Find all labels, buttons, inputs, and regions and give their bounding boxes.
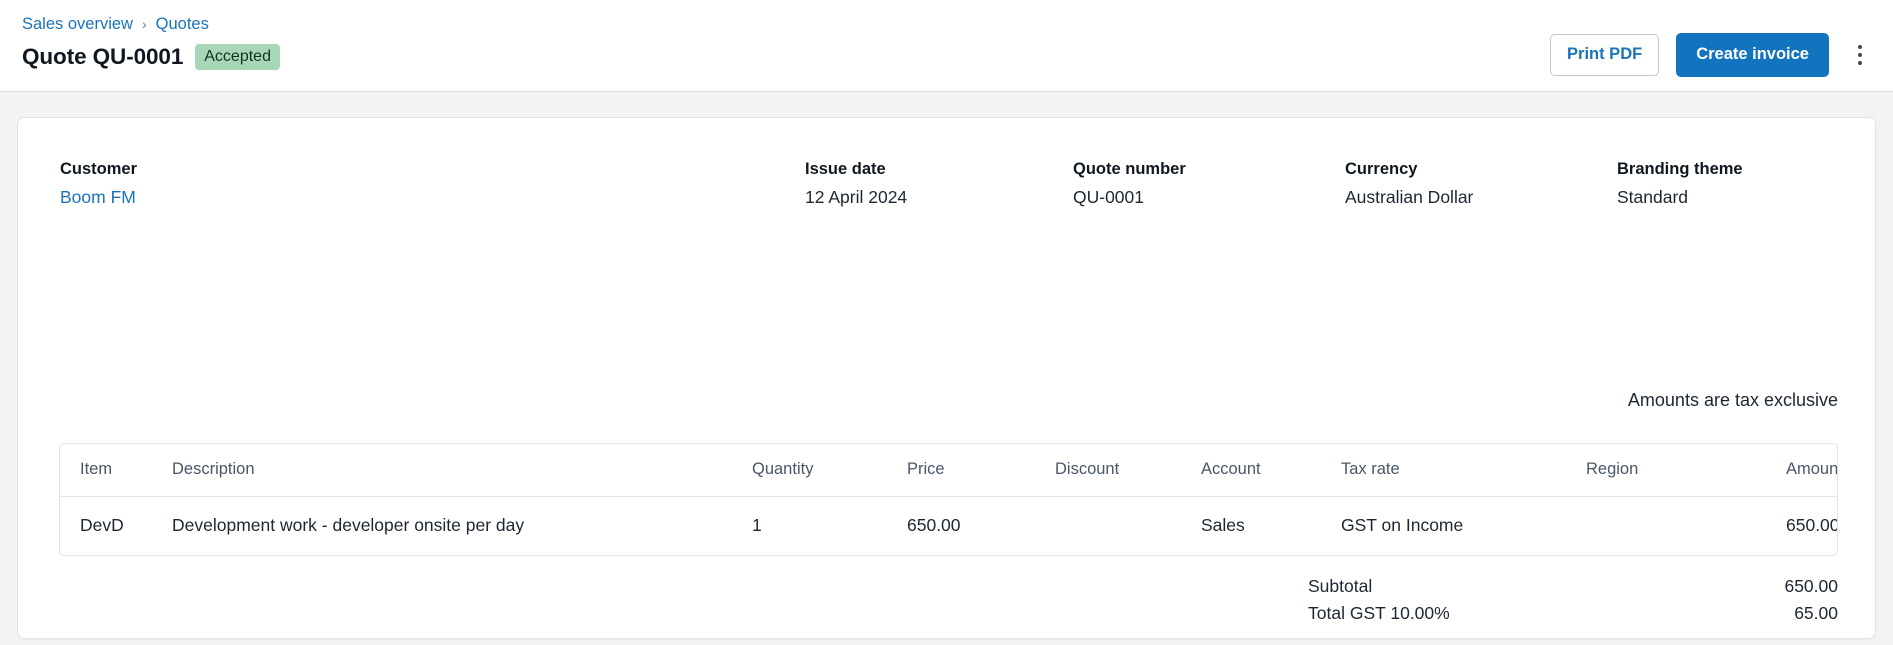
page-title: Quote QU-0001: [22, 44, 184, 69]
title-row: Quote QU-0001 Accepted: [22, 43, 280, 71]
kebab-dot-2: [1858, 52, 1862, 57]
field-currency-value: Australian Dollar: [1345, 187, 1474, 207]
field-branding-theme: Branding theme Standard: [1617, 159, 1817, 208]
cell-quantity: 1: [752, 496, 907, 555]
total-gst-value: 65.00: [1794, 603, 1838, 623]
line-items-table: Item Description Quantity Price Discount…: [60, 444, 1837, 555]
create-invoice-button[interactable]: Create invoice: [1676, 33, 1829, 77]
column-header-discount: Discount: [1055, 444, 1201, 497]
totals-panel: Subtotal 650.00 Total GST 10.00% 65.00 T…: [1308, 573, 1838, 638]
cell-region: [1586, 496, 1786, 555]
column-header-price: Price: [907, 444, 1055, 497]
column-header-quantity: Quantity: [752, 444, 907, 497]
table-row: DevD Development work - developer onsite…: [60, 496, 1837, 555]
kebab-dot-1: [1858, 44, 1862, 49]
breadcrumb: Sales overview › Quotes: [22, 14, 280, 34]
cell-tax-rate: GST on Income: [1341, 496, 1586, 555]
cell-amount: 650.00: [1786, 496, 1837, 555]
more-options-icon[interactable]: [1847, 38, 1873, 72]
field-currency-label: Currency: [1345, 160, 1418, 178]
field-issue-date-value: 12 April 2024: [805, 187, 908, 207]
kebab-dot-3: [1858, 60, 1862, 65]
page-header: Sales overview › Quotes Quote QU-0001 Ac…: [0, 0, 1893, 92]
field-quote-number-value: QU-0001: [1073, 187, 1145, 207]
column-header-account: Account: [1201, 444, 1341, 497]
field-customer-label: Customer: [60, 160, 138, 178]
header-actions: Print PDF Create invoice: [1550, 33, 1873, 77]
field-customer-value[interactable]: Boom FM: [60, 186, 805, 208]
cell-account: Sales: [1201, 496, 1341, 555]
cell-price: 650.00: [907, 496, 1055, 555]
totals-row-subtotal: Subtotal 650.00: [1308, 573, 1838, 600]
field-customer: Customer Boom FM: [60, 159, 805, 208]
field-issue-date-label: Issue date: [805, 160, 886, 178]
column-header-description: Description: [172, 444, 752, 497]
column-header-item: Item: [60, 444, 172, 497]
column-header-region: Region: [1586, 444, 1786, 497]
cell-item: DevD: [60, 496, 172, 555]
quote-detail-card: Customer Boom FM Issue date 12 April 202…: [17, 117, 1876, 639]
cell-discount: [1055, 496, 1201, 555]
subtotal-label: Subtotal: [1308, 576, 1373, 596]
subtotal-value: 650.00: [1784, 576, 1838, 596]
breadcrumb-separator-icon: ›: [141, 16, 147, 32]
tax-exclusive-note: Amounts are tax exclusive: [1627, 390, 1838, 410]
field-currency: Currency Australian Dollar: [1345, 159, 1617, 208]
breadcrumb-item-quotes[interactable]: Quotes: [156, 14, 209, 34]
column-header-amount: Amount: [1786, 444, 1837, 497]
status-badge: Accepted: [195, 44, 280, 70]
breadcrumb-item-sales-overview[interactable]: Sales overview: [22, 14, 133, 34]
totals-row-tax: Total GST 10.00% 65.00: [1308, 600, 1838, 627]
field-quote-number-label: Quote number: [1073, 160, 1186, 178]
field-issue-date: Issue date 12 April 2024: [805, 159, 1073, 208]
cell-description: Development work - developer onsite per …: [172, 496, 752, 555]
total-gst-label: Total GST 10.00%: [1308, 603, 1450, 623]
header-left-group: Sales overview › Quotes Quote QU-0001 Ac…: [22, 14, 280, 71]
field-quote-number: Quote number QU-0001: [1073, 159, 1345, 208]
print-pdf-button[interactable]: Print PDF: [1550, 34, 1660, 76]
field-branding-theme-value: Standard: [1617, 187, 1689, 207]
field-branding-theme-label: Branding theme: [1617, 160, 1743, 178]
line-items-table-wrapper: Item Description Quantity Price Discount…: [59, 443, 1838, 556]
column-header-tax-rate: Tax rate: [1341, 444, 1586, 497]
table-header-row: Item Description Quantity Price Discount…: [60, 444, 1837, 497]
quote-summary-fields: Customer Boom FM Issue date 12 April 202…: [60, 159, 1839, 208]
